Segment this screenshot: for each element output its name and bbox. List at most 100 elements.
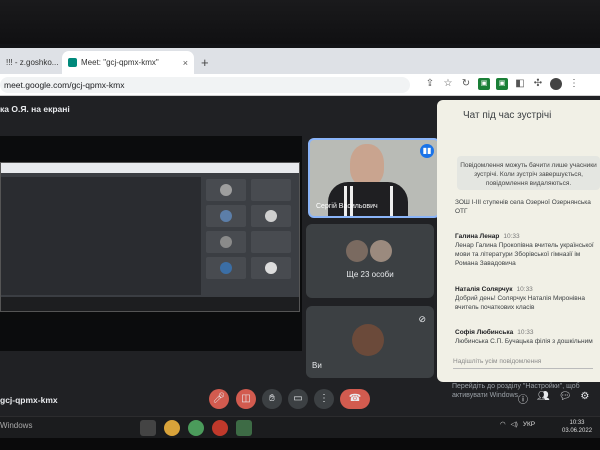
activation-line: Перейдіть до розділу "Настройки", щоб xyxy=(452,383,580,390)
speaker-video-tile[interactable]: ▮▮ Сергій Васильович xyxy=(308,138,440,218)
system-tray: ◠ ◁) УКР xyxy=(500,420,535,429)
shirt-stripe xyxy=(350,186,353,216)
camera-off-button-icon[interactable]: ◫ xyxy=(236,389,256,409)
shirt-stripe xyxy=(390,186,393,216)
monitor-bezel-top xyxy=(0,0,600,44)
message-author: Софія Любинська xyxy=(455,329,514,336)
network-icon[interactable]: ◠ xyxy=(500,420,506,428)
menu-icon[interactable]: ⋮ xyxy=(568,78,580,90)
meet-favicon-icon xyxy=(68,58,77,67)
raise-hand-icon[interactable]: ✋︎ xyxy=(262,389,282,409)
speaking-indicator-icon: ▮▮ xyxy=(420,144,434,158)
message-author: Галина Ленар xyxy=(455,233,500,240)
shirt-stripe xyxy=(344,186,347,216)
chat-message: Наталія Солярчук 10:33 Добрий день! Соляр… xyxy=(455,285,600,312)
share-icon[interactable]: ⇪ xyxy=(424,78,436,90)
mic-off-button-icon[interactable]: 🎤︎ xyxy=(209,389,229,409)
present-screen-icon[interactable]: ▭ xyxy=(288,389,308,409)
people-icon[interactable]: 👥︎ xyxy=(537,391,550,406)
meet-side-controls: ⓘ 👥︎ 💬︎ ⚙︎ xyxy=(518,391,589,406)
shared-tile xyxy=(251,231,291,253)
chat-message: Софія Любинська 10:33 Любинська С.П. Буча… xyxy=(455,328,600,346)
taskbar-clock[interactable]: 10:33 03.06.2022 xyxy=(562,419,592,435)
shared-tile xyxy=(251,179,291,201)
meeting-code: gcj-qpmx-kmx xyxy=(0,395,58,405)
address-bar[interactable]: meet.google.com/gcj-qpmx-kmx xyxy=(0,77,410,93)
message-time: 10:33 xyxy=(517,329,534,336)
message-text: Ленар Галина Прокопівна вчитель українсь… xyxy=(455,242,594,267)
participant-avatar xyxy=(346,240,368,262)
clock-date: 03.06.2022 xyxy=(562,428,593,434)
new-tab-button[interactable]: + xyxy=(201,55,209,70)
shared-avatar xyxy=(220,210,232,222)
chat-input-underline xyxy=(453,368,593,369)
browser-tab-strip: !!! - z.goshko... Meet: "gcj-qpmx-kmx" ×… xyxy=(0,48,600,74)
chat-panel: Чат під час зустрічі Повідомлення можуть… xyxy=(437,100,600,382)
tab-goshko[interactable]: !!! - z.goshko... xyxy=(0,51,62,74)
star-icon[interactable]: ☆ xyxy=(442,78,454,90)
task-view-icon[interactable] xyxy=(140,420,156,436)
extension-icon[interactable]: ◧ xyxy=(514,78,526,90)
presenting-label: ка О.Я. на екрані xyxy=(0,104,70,114)
taskbar-apps xyxy=(140,420,252,436)
browser-toolbar: meet.google.com/gcj-qpmx-kmx ⇪ ☆ ↻ ▣ ▣ ◧… xyxy=(0,74,600,96)
shared-avatar xyxy=(220,184,232,196)
message-time: 10:33 xyxy=(503,233,520,240)
info-icon[interactable]: ⓘ xyxy=(518,391,528,406)
message-time: 10:33 xyxy=(516,286,533,293)
chrome-icon[interactable] xyxy=(188,420,204,436)
self-view-tile[interactable]: ⊘ Ви xyxy=(306,306,434,378)
participant-avatar xyxy=(370,240,392,262)
speaker-shirt xyxy=(328,182,408,216)
chat-notice: Повідомлення можуть бачити лише учасники… xyxy=(457,156,600,190)
shared-avatar xyxy=(265,210,277,222)
url-text: meet.google.com/gcj-qpmx-kmx xyxy=(4,80,125,90)
windows-taskbar: Windows ◠ ◁) УКР 10:33 03.06.2022 xyxy=(0,416,600,438)
reload-icon[interactable]: ↻ xyxy=(460,78,472,90)
screen-share xyxy=(0,136,302,351)
shared-controls xyxy=(1,297,299,311)
shared-dark-panel xyxy=(1,177,201,295)
speaker-name: Сергій Васильович xyxy=(316,203,378,210)
meet-controls-bar: gcj-qpmx-kmx 🎤︎ ◫ ✋︎ ▭ ⋮ ☎︎ Перейдіть до… xyxy=(0,382,600,416)
tab-meet[interactable]: Meet: "gcj-qpmx-kmx" × xyxy=(62,51,194,74)
mic-off-icon: ⊘ xyxy=(418,314,426,324)
close-tab-icon[interactable]: × xyxy=(183,58,188,68)
message-author: Наталія Солярчук xyxy=(455,286,513,293)
activities-icon[interactable]: ⚙︎ xyxy=(580,391,589,406)
chat-message: Галина Ленар 10:33 Ленар Галина Прокопівн… xyxy=(455,232,600,268)
shared-avatar xyxy=(220,236,232,248)
puzzle-icon[interactable]: ✣ xyxy=(532,78,544,90)
volume-icon[interactable]: ◁) xyxy=(511,420,518,428)
chrome-icon[interactable] xyxy=(212,420,228,436)
avatar-icon[interactable] xyxy=(550,78,562,90)
extension-icon[interactable]: ▣ xyxy=(478,78,490,90)
more-participants-label: Ще 23 особи xyxy=(346,270,394,279)
app-icon[interactable] xyxy=(236,420,252,436)
taskbar-search[interactable]: Windows xyxy=(0,421,32,430)
clock-time: 10:33 xyxy=(569,420,585,426)
more-options-icon[interactable]: ⋮ xyxy=(314,389,334,409)
end-call-icon[interactable]: ☎︎ xyxy=(340,389,370,409)
chat-message: ЗОШ І-ІІІ ступенів села Озерної Озернянс… xyxy=(455,198,600,216)
monitor-bezel-bottom xyxy=(0,438,600,450)
toolbar-icons: ⇪ ☆ ↻ ▣ ▣ ◧ ✣ ⋮ xyxy=(424,78,580,90)
tab-label: Meet: "gcj-qpmx-kmx" xyxy=(81,58,159,67)
shared-avatar xyxy=(220,262,232,274)
self-avatar xyxy=(352,324,384,356)
tab-label: !!! - z.goshko... xyxy=(6,58,59,67)
more-participants-tile[interactable]: Ще 23 особи xyxy=(306,224,434,298)
chat-title: Чат під час зустрічі xyxy=(463,110,552,121)
self-label: Ви xyxy=(312,361,322,370)
message-text: Добрий день! Солярчук Наталія Миронівна … xyxy=(455,295,585,311)
shared-avatar xyxy=(265,262,277,274)
screen-photo: !!! - z.goshko... Meet: "gcj-qpmx-kmx" ×… xyxy=(0,0,600,450)
chat-input[interactable]: Надішліть усім повідомлення xyxy=(453,358,541,365)
chat-icon[interactable]: 💬︎ xyxy=(559,391,572,406)
message-text: Любинська С.П. Бучацька філія з дошкільн… xyxy=(455,338,593,345)
message-text: ЗОШ І-ІІІ ступенів села Озерної Озернянс… xyxy=(455,199,591,215)
chrome-icon[interactable] xyxy=(164,420,180,436)
extension-icon[interactable]: ▣ xyxy=(496,78,508,90)
shared-browser-bar xyxy=(1,163,299,173)
language-indicator[interactable]: УКР xyxy=(523,421,535,428)
